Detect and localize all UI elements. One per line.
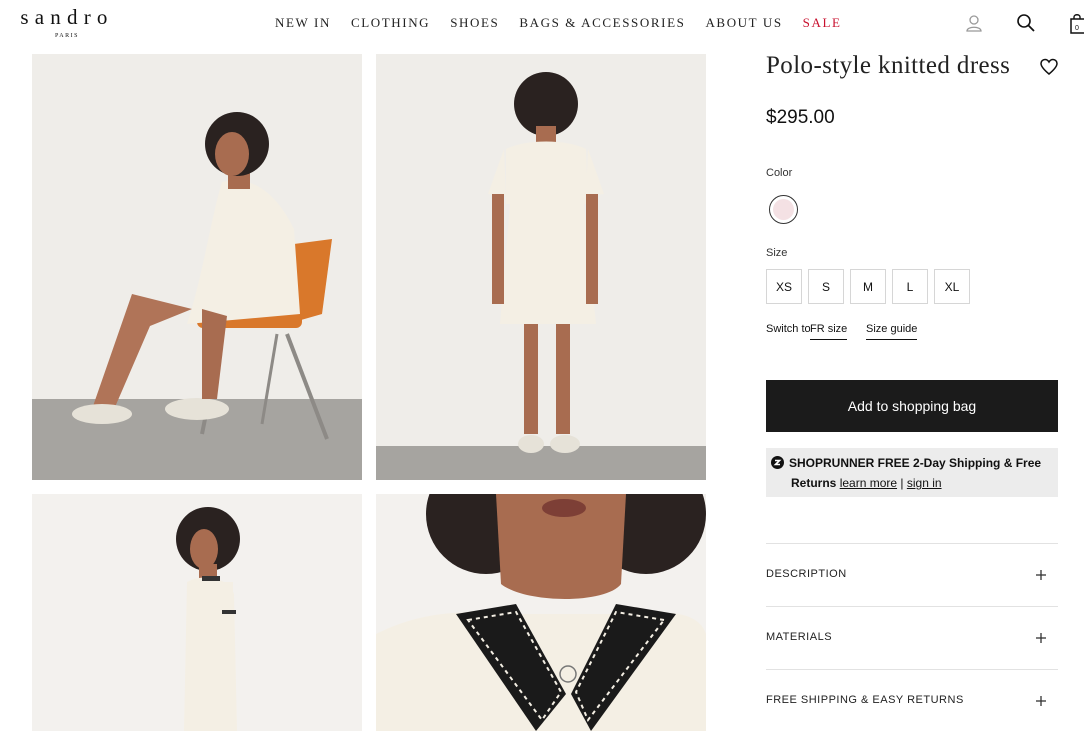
- product-price: $295.00: [766, 107, 835, 128]
- switch-fr-size-link[interactable]: FR size: [810, 323, 848, 340]
- color-label: Color: [766, 167, 793, 179]
- product-image-profile[interactable]: [32, 494, 362, 731]
- product-title: Polo-style knitted dress: [766, 52, 1011, 79]
- accordion-materials-label: MATERIALS: [766, 631, 833, 643]
- nav-bags-accessories[interactable]: BAGS & ACCESSORIES: [519, 15, 685, 31]
- size-m-button[interactable]: M: [850, 269, 886, 304]
- size-label: Size: [766, 247, 788, 259]
- logo-text: sandro: [20, 5, 114, 29]
- shoprunner-headline: SHOPRUNNER FREE 2-Day Shipping & Free: [789, 456, 1042, 470]
- plus-icon[interactable]: [1034, 631, 1048, 645]
- account-icon[interactable]: [964, 13, 984, 33]
- add-to-bag-button[interactable]: Add to shopping bag: [766, 380, 1058, 432]
- product-image-seated[interactable]: [32, 54, 362, 480]
- shopping-bag-icon[interactable]: 0: [1070, 13, 1084, 34]
- color-swatch[interactable]: [769, 195, 798, 224]
- nav-clothing[interactable]: CLOTHING: [351, 15, 430, 31]
- shoprunner-banner: SHOPRUNNER FREE 2-Day Shipping & Free Re…: [766, 448, 1058, 497]
- search-icon[interactable]: [1016, 13, 1036, 33]
- learn-more-link[interactable]: learn more: [840, 476, 897, 490]
- sign-in-link[interactable]: sign in: [907, 476, 942, 490]
- size-selector: XS S M L XL: [766, 269, 976, 304]
- product-image-back[interactable]: [376, 54, 706, 480]
- logo-subtext: PARIS: [55, 33, 79, 39]
- shoprunner-returns: Returns: [791, 476, 837, 490]
- size-xs-button[interactable]: XS: [766, 269, 802, 304]
- swatch-fill: [773, 199, 794, 220]
- main-nav: NEW IN CLOTHING SHOES BAGS & ACCESSORIES…: [275, 15, 842, 31]
- size-l-button[interactable]: L: [892, 269, 928, 304]
- sandro-logo[interactable]: sandro PARIS: [8, 6, 126, 39]
- site-header: sandro PARIS NEW IN CLOTHING SHOES BAGS …: [0, 0, 1084, 48]
- cart-count: 0: [1075, 25, 1079, 32]
- size-xl-button[interactable]: XL: [934, 269, 970, 304]
- nav-new-in[interactable]: NEW IN: [275, 15, 331, 31]
- shoprunner-subline: Returns learn more | sign in: [791, 476, 942, 490]
- plus-icon[interactable]: [1034, 568, 1048, 582]
- shoprunner-logo-icon: [771, 456, 784, 469]
- heart-icon[interactable]: [1039, 57, 1059, 77]
- product-image-collar[interactable]: [376, 494, 706, 731]
- nav-shoes[interactable]: SHOES: [450, 15, 499, 31]
- nav-about-us[interactable]: ABOUT US: [705, 15, 782, 31]
- nav-sale[interactable]: SALE: [803, 15, 842, 31]
- size-guide-link[interactable]: Size guide: [866, 323, 918, 340]
- size-s-button[interactable]: S: [808, 269, 844, 304]
- accordion-shipping-label: FREE SHIPPING & EASY RETURNS: [766, 694, 964, 706]
- plus-icon[interactable]: [1034, 694, 1048, 708]
- switch-size-prefix: Switch to: [766, 323, 811, 335]
- link-separator: |: [900, 476, 904, 490]
- accordion-description-label: DESCRIPTION: [766, 568, 847, 580]
